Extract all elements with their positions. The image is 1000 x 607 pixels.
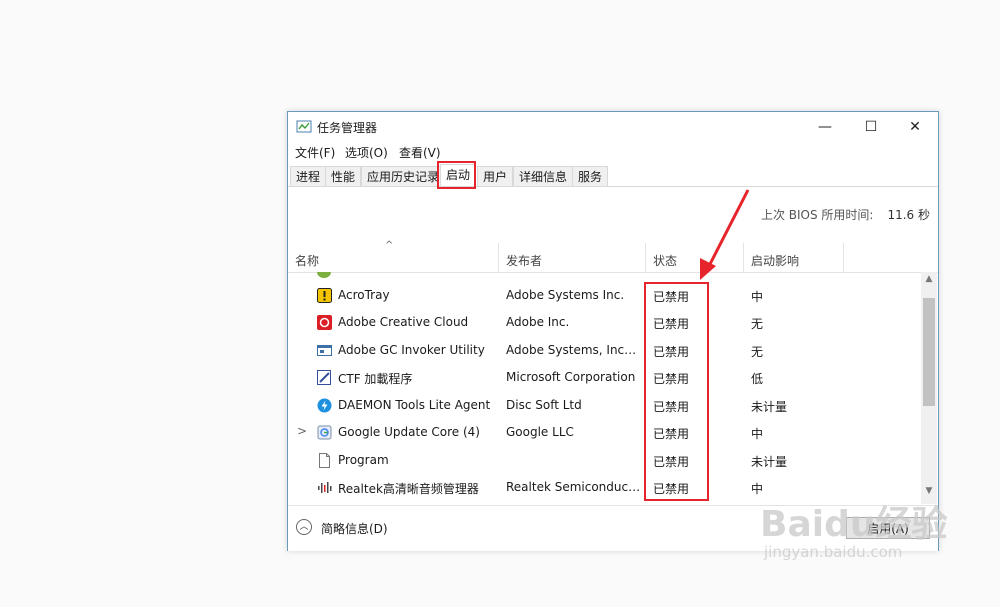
row-name: AcroTray: [338, 288, 390, 302]
maximize-button[interactable]: ☐: [848, 112, 894, 142]
expand-chevron-icon[interactable]: >: [297, 424, 307, 438]
creative-cloud-icon: [317, 315, 332, 330]
row-impact: 无: [751, 345, 764, 359]
list-item[interactable]: Adobe GC Invoker Utility Adobe Systems, …: [288, 337, 920, 364]
column-divider[interactable]: [645, 243, 646, 272]
task-manager-icon: [296, 120, 312, 133]
list-item[interactable]: CTF 加載程序 Microsoft Corporation 已禁用 低: [288, 364, 920, 391]
list-item[interactable]: Program 已禁用 未计量: [288, 447, 920, 474]
scroll-up-icon[interactable]: ▲: [921, 274, 937, 288]
column-name[interactable]: 名称: [295, 252, 319, 269]
program-file-icon: [319, 453, 330, 468]
menu-file[interactable]: 文件(F): [295, 144, 335, 161]
menu-view[interactable]: 查看(V): [399, 144, 441, 161]
gc-invoker-icon: [317, 345, 332, 356]
bios-time-value: 11.6 秒: [887, 208, 930, 222]
row-publisher: Google LLC: [506, 425, 574, 439]
row-impact: 中: [751, 427, 764, 441]
row-publisher: Microsoft Corporation: [506, 370, 636, 384]
bios-time-label: 上次 BIOS 所用时间:: [760, 208, 874, 222]
tab-app-history[interactable]: 应用历史记录: [361, 166, 446, 186]
row-name: DAEMON Tools Lite Agent: [338, 398, 491, 412]
close-button[interactable]: ✕: [892, 112, 938, 142]
row-name: Adobe GC Invoker Utility: [338, 343, 485, 357]
row-name: Google Update Core (4): [338, 425, 480, 439]
menu-options[interactable]: 选项(O): [345, 144, 388, 161]
row-name: Program: [338, 453, 389, 467]
tab-processes[interactable]: 进程: [290, 166, 327, 186]
title-bar[interactable]: 任务管理器 — ☐ ✕: [288, 112, 938, 142]
row-impact: 中: [751, 482, 764, 496]
daemon-tools-icon: [317, 398, 332, 413]
tab-bar: 进程 性能 应用历史记录 启动 用户 详细信息 服务: [288, 164, 938, 187]
row-publisher: Adobe Systems Inc.: [506, 288, 625, 302]
tab-performance[interactable]: 性能: [325, 166, 362, 186]
row-publisher: Adobe Inc.: [506, 315, 570, 329]
column-impact[interactable]: 启动影响: [751, 252, 799, 269]
menu-bar: 文件(F) 选项(O) 查看(V): [288, 142, 938, 162]
realtek-audio-icon: [318, 482, 332, 493]
column-divider[interactable]: [743, 243, 744, 272]
row-publisher: Adobe Systems, Incorpo...: [506, 343, 641, 357]
google-update-icon: [317, 425, 332, 440]
column-divider[interactable]: [843, 243, 844, 272]
window-title: 任务管理器: [317, 121, 378, 135]
partial-row-icon: [317, 272, 331, 278]
bios-time: 上次 BIOS 所用时间: 11.6 秒: [761, 206, 930, 223]
fewer-details-link[interactable]: 简略信息(D): [321, 520, 388, 537]
row-impact: 低: [751, 372, 764, 386]
startup-list: AcroTray Adobe Systems Inc. 已禁用 中 Adobe …: [288, 272, 920, 504]
column-header: ^ 名称 发布者 状态 启动影响: [288, 240, 938, 273]
column-status[interactable]: 状态: [653, 252, 677, 269]
scroll-thumb[interactable]: [923, 298, 935, 406]
minimize-button[interactable]: —: [802, 112, 848, 142]
collapse-up-icon[interactable]: ︿: [296, 519, 312, 535]
list-item[interactable]: Realtek高清晰音频管理器 Realtek Semiconductor 已禁…: [288, 474, 920, 501]
row-impact: 未计量: [751, 400, 788, 414]
acrotray-icon: [317, 288, 332, 303]
row-impact: 无: [751, 317, 764, 331]
list-item[interactable]: DAEMON Tools Lite Agent Disc Soft Ltd 已禁…: [288, 392, 920, 419]
footer-bar: ︿ 简略信息(D) 启用(A): [288, 505, 938, 551]
column-publisher[interactable]: 发布者: [506, 252, 542, 269]
row-impact: 未计量: [751, 455, 788, 469]
tab-services[interactable]: 服务: [572, 166, 609, 186]
column-divider[interactable]: [498, 243, 499, 272]
scroll-down-icon[interactable]: ▼: [921, 486, 937, 500]
sort-ascending-icon: ^: [385, 240, 394, 251]
row-impact: 中: [751, 290, 764, 304]
list-item[interactable]: AcroTray Adobe Systems Inc. 已禁用 中: [288, 282, 920, 309]
enable-button[interactable]: 启用(A): [846, 517, 930, 539]
row-name: Adobe Creative Cloud: [338, 315, 469, 329]
task-manager-window: 任务管理器 — ☐ ✕ 文件(F) 选项(O) 查看(V) 进程 性能 应用历史…: [287, 111, 939, 551]
vertical-scrollbar[interactable]: ▲ ▼: [921, 272, 937, 504]
list-item[interactable]: Adobe Creative Cloud Adobe Inc. 已禁用 无: [288, 309, 920, 336]
tab-users[interactable]: 用户: [477, 166, 514, 186]
tab-details[interactable]: 详细信息: [513, 166, 574, 186]
row-name: Realtek高清晰音频管理器: [338, 482, 479, 496]
status-column-highlight: [644, 282, 709, 501]
list-item[interactable]: > Google Update Core (4) Google LLC 已禁用 …: [288, 419, 920, 446]
row-publisher: Disc Soft Ltd: [506, 398, 582, 412]
row-name: CTF 加載程序: [338, 372, 413, 386]
row-publisher: Realtek Semiconductor: [506, 480, 641, 494]
ctf-loader-icon: [317, 370, 331, 385]
startup-tab-highlight: [437, 161, 476, 189]
